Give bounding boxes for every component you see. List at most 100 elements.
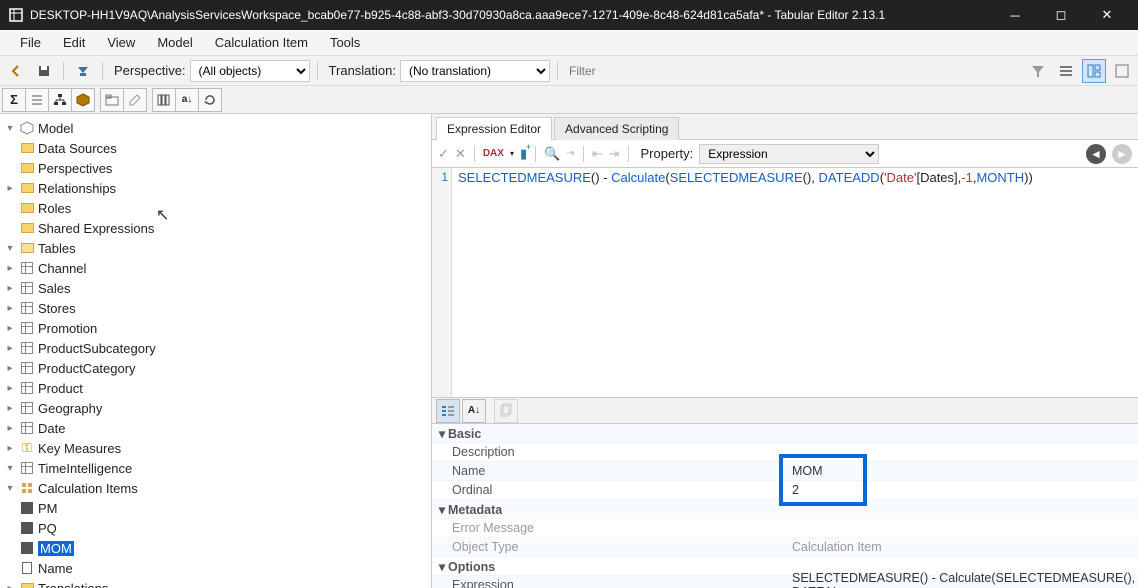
edit-icon[interactable]	[123, 88, 147, 112]
properties-toolbar: A↓	[432, 398, 1138, 424]
prop-pages-icon[interactable]	[494, 399, 518, 423]
refresh-icon[interactable]	[198, 88, 222, 112]
deploy-icon[interactable]	[71, 59, 95, 83]
tree-shared-expressions[interactable]: Shared Expressions	[38, 221, 154, 236]
tree-table-productsubcategory[interactable]: ProductSubcategory	[38, 341, 156, 356]
tree-table-date[interactable]: Date	[38, 421, 65, 436]
prop-cat-metadata[interactable]: Metadata	[448, 503, 502, 517]
prop-ordinal[interactable]: Ordinal	[432, 483, 792, 497]
tree-name-column[interactable]: Name	[38, 561, 73, 576]
tab-advanced-scripting[interactable]: Advanced Scripting	[554, 117, 679, 140]
main-area: ▾Model ▸Data Sources ▸Perspectives ▸Rela…	[0, 114, 1138, 588]
tree-table-geography[interactable]: Geography	[38, 401, 102, 416]
view-panels-icon[interactable]	[1082, 59, 1106, 83]
tree-perspectives[interactable]: Perspectives	[38, 161, 112, 176]
accept-icon[interactable]: ✓	[438, 146, 449, 162]
dax-format-icon[interactable]: DAX	[483, 148, 504, 159]
tree-table-sales[interactable]: Sales	[38, 281, 71, 296]
nav-forward-button[interactable]: ►	[1112, 144, 1132, 164]
tab-expression-editor[interactable]: Expression Editor	[436, 117, 552, 140]
menu-view[interactable]: View	[97, 32, 145, 53]
prop-expression-value[interactable]: SELECTEDMEASURE() - Calculate(SELECTEDME…	[792, 571, 1138, 588]
perspective-select[interactable]: (All objects)	[190, 60, 310, 82]
back-icon[interactable]	[4, 59, 28, 83]
app-icon	[8, 7, 24, 23]
tree-table-key-measures[interactable]: Key Measures	[38, 441, 121, 456]
prop-categorized-icon[interactable]	[436, 399, 460, 423]
menu-tools[interactable]: Tools	[320, 32, 370, 53]
menu-model[interactable]: Model	[147, 32, 202, 53]
tree-table-productcategory[interactable]: ProductCategory	[38, 361, 136, 376]
calculation-items-icon	[19, 480, 35, 496]
tree-roles[interactable]: Roles	[38, 201, 71, 216]
tree-relationships[interactable]: Relationships	[38, 181, 116, 196]
search-icon[interactable]: 🔍	[544, 146, 560, 162]
dax-dropdown-icon[interactable]: ▾	[510, 149, 514, 158]
prop-cat-options[interactable]: Options	[448, 560, 495, 574]
prop-alphabetical-icon[interactable]: A↓	[462, 399, 486, 423]
goto-icon[interactable]: ⇥	[566, 148, 574, 159]
view-list-icon[interactable]	[1054, 59, 1078, 83]
view-grid-icon[interactable]	[1110, 59, 1134, 83]
tree-tables[interactable]: Tables	[38, 241, 76, 256]
cancel-icon[interactable]: ✕	[455, 146, 466, 162]
list-icon[interactable]	[25, 88, 49, 112]
tree-table-product[interactable]: Product	[38, 381, 83, 396]
tree-table-timeintelligence[interactable]: TimeIntelligence	[38, 461, 132, 476]
prop-cat-basic[interactable]: Basic	[448, 427, 481, 441]
tree-model[interactable]: Model	[38, 121, 73, 136]
folder-icon[interactable]	[100, 88, 124, 112]
tree-calc-pq[interactable]: PQ	[38, 521, 57, 536]
right-panel: Expression Editor Advanced Scripting ✓ ✕…	[432, 114, 1138, 588]
prop-object-type: Object Type	[432, 540, 792, 554]
translation-select[interactable]: (No translation)	[400, 60, 550, 82]
prop-error-message: Error Message	[432, 521, 792, 535]
tree-calc-pm[interactable]: PM	[38, 501, 58, 516]
property-select[interactable]: Expression	[699, 144, 879, 164]
key-icon: ⚿	[19, 440, 35, 456]
tree-table-channel[interactable]: Channel	[38, 261, 86, 276]
tree-calc-mom[interactable]: MOM	[38, 541, 74, 556]
close-button[interactable]: ✕	[1084, 0, 1130, 30]
indent-in-icon[interactable]: ⇥	[609, 146, 620, 162]
cube-icon[interactable]	[71, 88, 95, 112]
window-title: DESKTOP-HH1V9AQ\AnalysisServicesWorkspac…	[30, 8, 992, 22]
editor-gutter: 1	[432, 168, 452, 397]
expression-toolbar: ✓ ✕ DAX ▾ ▮+ 🔍 ⇥ ⇤ ⇥ Property: Expressio…	[432, 140, 1138, 168]
toolbar-main: Perspective: (All objects) Translation: …	[0, 56, 1138, 86]
editor-code[interactable]: SELECTEDMEASURE() - Calculate(SELECTEDME…	[452, 168, 1138, 397]
minimize-button[interactable]: ─	[992, 0, 1038, 30]
tree-table-stores[interactable]: Stores	[38, 301, 76, 316]
prop-expression[interactable]: Expression	[432, 578, 792, 588]
expression-editor[interactable]: 1 SELECTEDMEASURE() - Calculate(SELECTED…	[432, 168, 1138, 398]
titlebar: DESKTOP-HH1V9AQ\AnalysisServicesWorkspac…	[0, 0, 1138, 30]
nav-back-button[interactable]: ◄	[1086, 144, 1106, 164]
tree-calculation-items[interactable]: Calculation Items	[38, 481, 138, 496]
hierarchy-icon[interactable]	[48, 88, 72, 112]
prop-description[interactable]: Description	[432, 445, 792, 459]
menu-edit[interactable]: Edit	[53, 32, 95, 53]
property-label: Property:	[641, 146, 694, 161]
save-icon[interactable]	[32, 59, 56, 83]
toolbar-secondary: Σ a↓	[0, 86, 1138, 114]
filter-input[interactable]	[565, 62, 1022, 80]
menu-file[interactable]: File	[10, 32, 51, 53]
tree-table-promotion[interactable]: Promotion	[38, 321, 97, 336]
cube-icon	[19, 120, 35, 136]
columns-icon[interactable]	[152, 88, 176, 112]
prop-name[interactable]: Name	[432, 464, 792, 478]
sort-icon[interactable]: a↓	[175, 88, 199, 112]
properties-grid[interactable]: ▾Basic Description NameMOM Ordinal2 ▾Met…	[432, 424, 1138, 588]
tree-data-sources[interactable]: Data Sources	[38, 141, 117, 156]
model-tree[interactable]: ▾Model ▸Data Sources ▸Perspectives ▸Rela…	[0, 114, 432, 588]
prop-ordinal-value[interactable]: 2	[792, 483, 1138, 497]
tree-translations[interactable]: Translations	[38, 581, 108, 588]
filter-icon[interactable]	[1026, 59, 1050, 83]
translation-label: Translation:	[329, 63, 396, 78]
indent-out-icon[interactable]: ⇤	[592, 146, 603, 162]
comment-icon[interactable]: ▮+	[520, 146, 527, 162]
maximize-button[interactable]: ◻	[1038, 0, 1084, 30]
prop-name-value[interactable]: MOM	[792, 464, 1138, 478]
menu-calculation-item[interactable]: Calculation Item	[205, 32, 318, 53]
sigma-icon[interactable]: Σ	[2, 88, 26, 112]
